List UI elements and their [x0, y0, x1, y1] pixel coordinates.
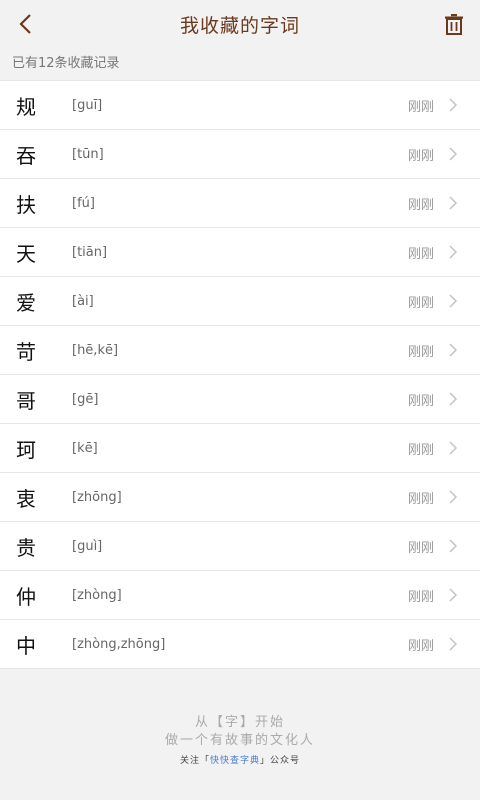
word-pinyin: [guī] — [72, 97, 103, 113]
saved-time: 刚刚 — [407, 393, 434, 409]
chevron-right-icon — [448, 440, 472, 456]
page-title: 我收藏的字词 — [179, 14, 300, 37]
chevron-right-icon — [448, 146, 472, 162]
list-item[interactable]: 吞 [tūn] 刚刚 — [0, 130, 480, 179]
delete-button[interactable] — [438, 8, 470, 40]
word-char: 仲 — [16, 584, 36, 609]
back-button[interactable] — [10, 8, 42, 40]
word-char: 扶 — [16, 192, 36, 217]
list-item[interactable]: 仲 [zhòng] 刚刚 — [0, 571, 480, 620]
word-pinyin: [gē] — [72, 391, 99, 407]
word-pinyin: [zhòng] — [72, 587, 122, 603]
list-item[interactable]: 中 [zhòng,zhōng] 刚刚 — [0, 620, 480, 669]
list-item[interactable]: 规 [guī] 刚刚 — [0, 80, 480, 130]
footer-follow-suffix: 」公众号 — [260, 756, 301, 766]
saved-time: 刚刚 — [407, 197, 434, 213]
chevron-right-icon — [448, 244, 472, 260]
chevron-right-icon — [448, 391, 472, 407]
saved-time: 刚刚 — [407, 589, 434, 605]
record-count: 已有12条收藏记录 — [0, 48, 480, 80]
footer-account-name: 快快查字典 — [209, 756, 260, 766]
list-item[interactable]: 衷 [zhōng] 刚刚 — [0, 473, 480, 522]
chevron-right-icon — [448, 195, 472, 211]
chevron-right-icon — [448, 97, 472, 113]
list-item[interactable]: 贵 [guì] 刚刚 — [0, 522, 480, 571]
word-char: 规 — [16, 94, 36, 119]
footer: 从【字】开始 做一个有故事的文化人 关注「快快查字典」公众号 — [0, 714, 480, 766]
footer-follow-prefix: 关注「 — [179, 756, 210, 766]
chevron-right-icon — [448, 636, 472, 652]
footer-follow-text: 关注「快快查字典」公众号 — [0, 753, 480, 766]
word-char: 中 — [16, 633, 36, 658]
word-pinyin: [zhòng,zhōng] — [72, 636, 166, 652]
saved-time: 刚刚 — [407, 344, 434, 360]
saved-time: 刚刚 — [407, 99, 434, 115]
saved-time: 刚刚 — [407, 148, 434, 164]
list-item[interactable]: 珂 [kē] 刚刚 — [0, 424, 480, 473]
saved-time: 刚刚 — [407, 491, 434, 507]
list-item[interactable]: 哥 [gē] 刚刚 — [0, 375, 480, 424]
list-item[interactable]: 爱 [ài] 刚刚 — [0, 277, 480, 326]
chevron-right-icon — [448, 587, 472, 603]
favorites-list: 规 [guī] 刚刚吞 [tūn] 刚刚扶 [fú] 刚刚天 [tiān] 刚刚爱 [ài] 刚刚苛… — [0, 80, 480, 669]
word-char: 吞 — [16, 143, 36, 168]
saved-time: 刚刚 — [407, 246, 434, 262]
footer-slogan-1: 从【字】开始 — [194, 715, 285, 730]
footer-slogan-2: 做一个有故事的文化人 — [164, 733, 315, 748]
word-char: 苛 — [16, 339, 36, 364]
word-pinyin: [hē,kē] — [72, 342, 119, 358]
word-char: 贵 — [16, 535, 36, 560]
app-header: 我收藏的字词 — [0, 0, 480, 48]
saved-time: 刚刚 — [407, 540, 434, 556]
word-pinyin: [guì] — [72, 538, 103, 554]
trash-icon — [445, 14, 463, 35]
word-pinyin: [kē] — [72, 440, 98, 456]
word-pinyin: [tiān] — [72, 244, 108, 260]
saved-time: 刚刚 — [407, 442, 434, 458]
list-item[interactable]: 扶 [fú] 刚刚 — [0, 179, 480, 228]
chevron-right-icon — [448, 489, 472, 505]
word-pinyin: [fú] — [72, 195, 95, 211]
back-arrow-icon — [19, 14, 31, 34]
word-pinyin: [tūn] — [72, 146, 104, 162]
saved-time: 刚刚 — [407, 638, 434, 654]
word-char: 爱 — [16, 290, 36, 315]
saved-time: 刚刚 — [407, 295, 434, 311]
word-char: 珂 — [16, 437, 36, 462]
list-item[interactable]: 苛 [hē,kē] 刚刚 — [0, 326, 480, 375]
word-char: 衷 — [16, 486, 36, 511]
word-pinyin: [zhōng] — [72, 489, 122, 505]
word-pinyin: [ài] — [72, 293, 94, 309]
word-char: 哥 — [16, 388, 36, 413]
chevron-right-icon — [448, 293, 472, 309]
word-char: 天 — [16, 241, 36, 266]
chevron-right-icon — [448, 342, 472, 358]
list-item[interactable]: 天 [tiān] 刚刚 — [0, 228, 480, 277]
chevron-right-icon — [448, 538, 472, 554]
